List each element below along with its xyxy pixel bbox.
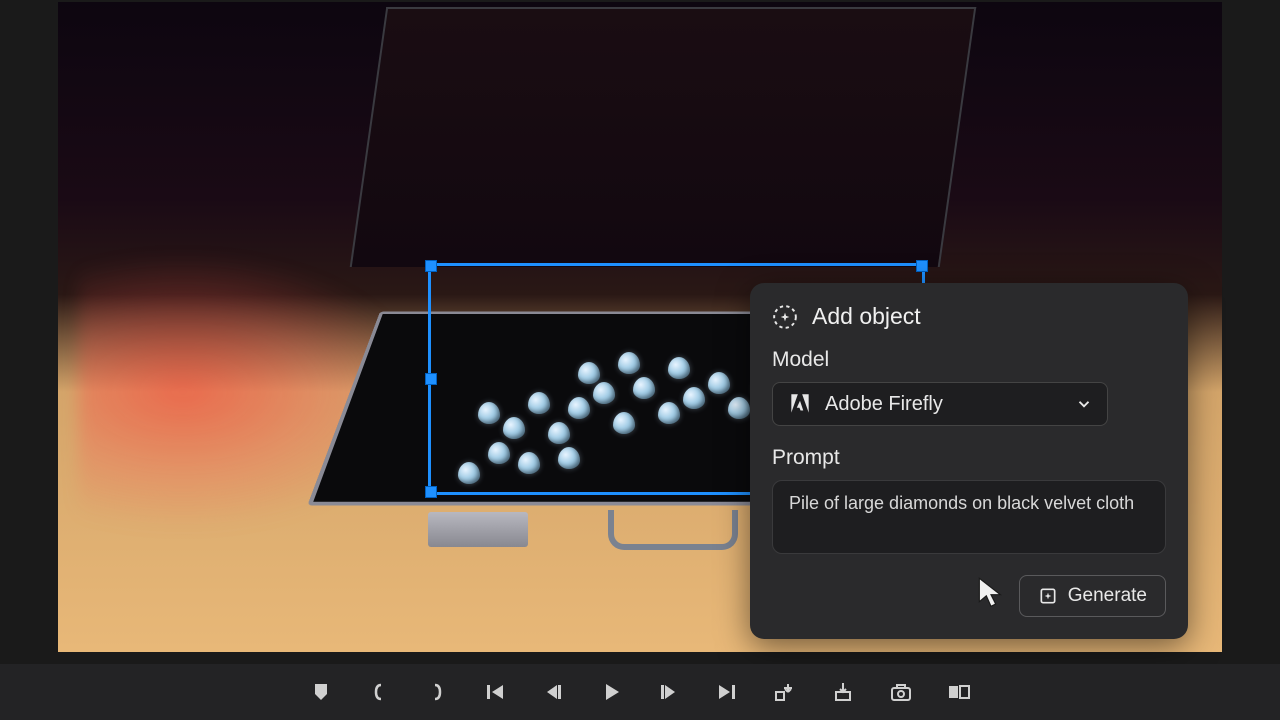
generate-button-label: Generate	[1068, 585, 1147, 607]
export-frame-button[interactable]	[889, 680, 913, 704]
adobe-logo-icon	[787, 391, 813, 417]
step-forward-button[interactable]	[657, 680, 681, 704]
comparison-view-button[interactable]	[947, 680, 971, 704]
playback-toolbar	[0, 664, 1280, 720]
scene-briefcase-lock	[428, 512, 528, 547]
mark-in-button[interactable]	[367, 680, 391, 704]
chevron-down-icon	[1075, 395, 1093, 413]
model-dropdown[interactable]: Adobe Firefly	[772, 382, 1108, 426]
mark-out-button[interactable]	[425, 680, 449, 704]
add-marker-button[interactable]	[309, 680, 333, 704]
go-to-out-button[interactable]	[715, 680, 739, 704]
step-back-button[interactable]	[541, 680, 565, 704]
scene-briefcase-lid	[350, 7, 977, 267]
add-object-panel: Add object Model Adobe Firefly Prompt Ge…	[750, 283, 1188, 639]
play-button[interactable]	[599, 680, 623, 704]
scene-briefcase-handle	[608, 510, 738, 550]
model-value: Adobe Firefly	[825, 393, 1063, 416]
generate-button[interactable]: Generate	[1019, 575, 1166, 617]
prompt-textarea[interactable]	[772, 480, 1166, 554]
panel-header: Add object	[772, 303, 1166, 330]
model-label: Model	[772, 348, 1166, 372]
go-to-in-button[interactable]	[483, 680, 507, 704]
overwrite-button[interactable]	[831, 680, 855, 704]
generate-icon	[1038, 586, 1058, 606]
panel-title: Add object	[812, 303, 921, 330]
prompt-label: Prompt	[772, 446, 1166, 470]
insert-button[interactable]	[773, 680, 797, 704]
sparkle-selection-icon	[772, 304, 798, 330]
